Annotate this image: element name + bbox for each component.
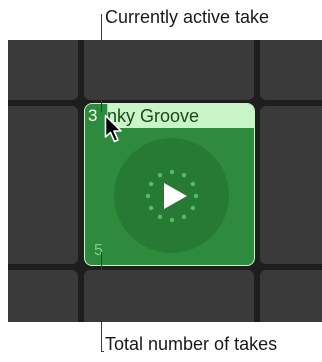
total-takes-leader-line xyxy=(101,252,102,352)
empty-cell[interactable] xyxy=(8,270,78,322)
empty-cell[interactable] xyxy=(84,40,254,100)
empty-cell[interactable] xyxy=(260,106,322,264)
empty-cell[interactable] xyxy=(260,40,322,100)
total-takes-callout: Total number of takes xyxy=(105,334,278,354)
empty-cell[interactable] xyxy=(260,270,322,322)
active-take-number: 3 xyxy=(88,106,98,125)
play-icon xyxy=(145,169,199,223)
empty-cell[interactable] xyxy=(8,106,78,264)
active-take-leader-line xyxy=(101,14,102,112)
arrow-cursor-icon xyxy=(104,114,122,143)
empty-cell[interactable] xyxy=(84,270,254,322)
total-takes-leader-tick xyxy=(101,351,104,352)
empty-cell[interactable] xyxy=(8,40,78,100)
annotated-live-loops-figure: Currently active take 3 nky Groove 5 Tot… xyxy=(0,0,322,362)
live-loops-cell-grid: 3 nky Groove 5 xyxy=(8,40,322,322)
active-take-callout: Currently active take xyxy=(105,7,270,27)
